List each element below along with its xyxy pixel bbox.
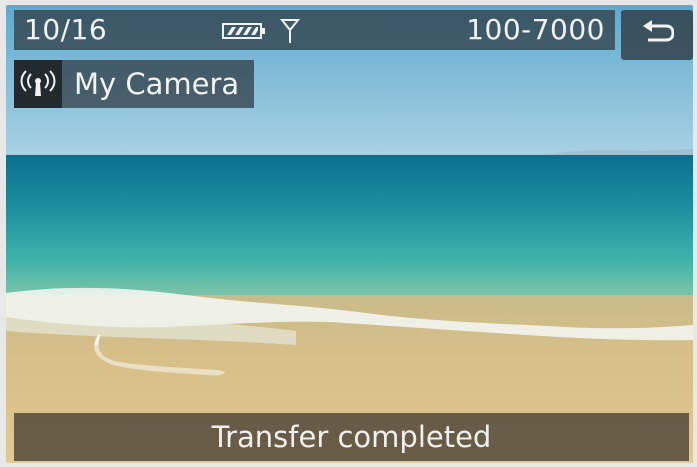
file-number: 100-7000: [466, 13, 605, 46]
image-counter: 10/16: [24, 13, 108, 46]
status-message: Transfer completed: [14, 413, 689, 461]
back-button[interactable]: [621, 10, 693, 60]
return-arrow-icon: [640, 20, 675, 50]
device-name: My Camera: [74, 67, 240, 101]
battery-icon: [222, 22, 266, 44]
antenna-icon: [279, 18, 301, 48]
info-bar: 10/16 100-7000: [14, 10, 615, 50]
camera-screen: 10/16 100-7000 My Camera Transfer comple…: [6, 5, 693, 463]
wifi-icon: [14, 60, 62, 108]
connected-device: My Camera: [14, 60, 254, 108]
